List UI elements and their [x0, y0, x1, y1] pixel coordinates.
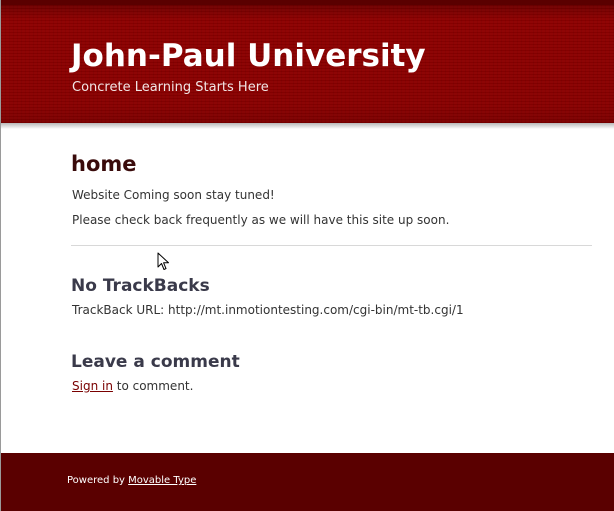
sign-in-link[interactable]: Sign in — [72, 379, 113, 393]
site-header: John-Paul University Concrete Learning S… — [1, 0, 614, 123]
entry-paragraph: Website Coming soon stay tuned! — [72, 188, 275, 202]
comment-signin-suffix: to comment. — [112, 379, 194, 393]
site-title[interactable]: John-Paul University — [71, 38, 426, 74]
site-tagline: Concrete Learning Starts Here — [72, 80, 269, 95]
trackbacks-heading: No TrackBacks — [71, 276, 210, 296]
site-footer: Powered by Movable Type — [1, 453, 614, 511]
mouse-pointer-icon — [157, 252, 169, 270]
page: John-Paul University Concrete Learning S… — [0, 0, 614, 511]
movable-type-link[interactable]: Movable Type — [128, 475, 196, 486]
powered-by-text: Powered by Movable Type — [67, 475, 196, 486]
entry-paragraph: Please check back frequently as we will … — [72, 213, 450, 227]
entry-title: home — [71, 152, 137, 176]
comment-signin-line: Sign in to comment. — [72, 379, 193, 393]
trackback-url: TrackBack URL: http://mt.inmotiontesting… — [72, 303, 464, 317]
divider — [71, 245, 592, 246]
header-shadow — [1, 123, 614, 129]
comments-heading: Leave a comment — [71, 352, 240, 372]
main-content: home Website Coming soon stay tuned! Ple… — [71, 150, 592, 393]
powered-by-prefix: Powered by — [67, 475, 129, 486]
